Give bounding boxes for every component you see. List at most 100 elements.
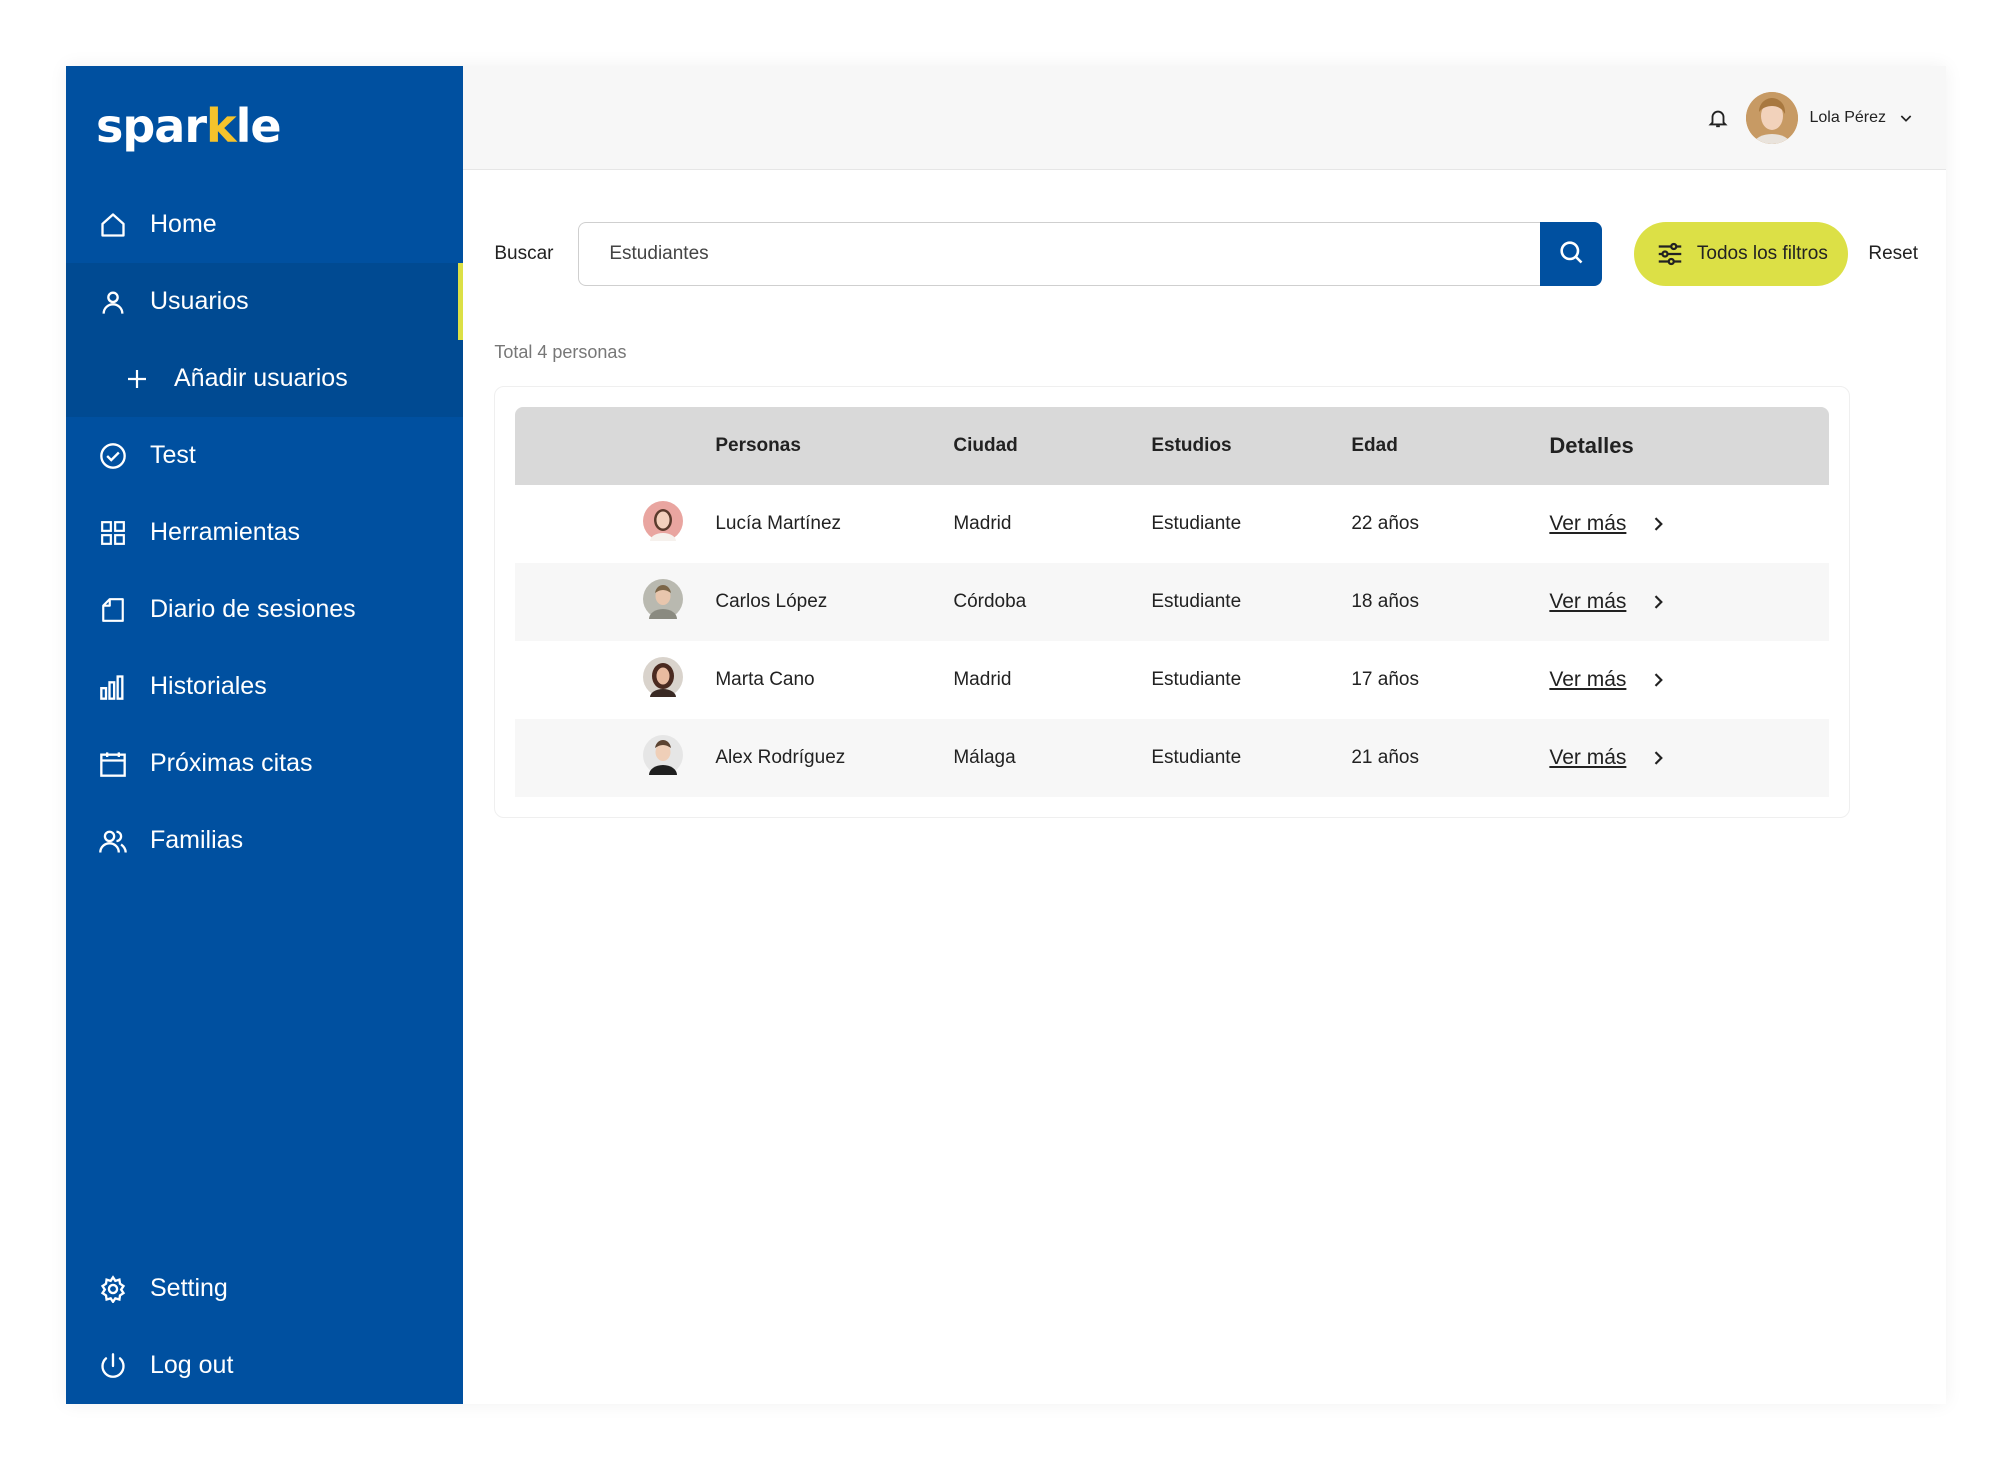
avatar-cell bbox=[515, 501, 715, 549]
logo-text-part3: le bbox=[235, 99, 282, 153]
details-cell: Ver más bbox=[1549, 512, 1668, 536]
person-name: Lucía Martínez bbox=[715, 513, 842, 534]
sparkle-logo[interactable]: spar k le bbox=[66, 66, 463, 186]
sidebar-item-label: Familias bbox=[150, 826, 244, 854]
user-name[interactable]: Lola Pérez bbox=[1810, 109, 1887, 127]
grid-icon bbox=[98, 518, 128, 548]
top-bar: Lola Pérez bbox=[463, 66, 1946, 170]
person-city: Málaga bbox=[953, 747, 1016, 768]
sidebar-item-familias[interactable]: Familias bbox=[66, 802, 463, 879]
search-input[interactable]: Estudiantes bbox=[578, 222, 1541, 286]
person-city: Madrid bbox=[953, 513, 1012, 534]
search-label: Buscar bbox=[494, 243, 554, 264]
person-studies: Estudiante bbox=[1151, 591, 1242, 612]
person-name: Carlos López bbox=[715, 591, 828, 612]
column-header-detalles: Detalles bbox=[1549, 433, 1634, 458]
sidebar-item-anadir-usuarios[interactable]: Añadir usuarios bbox=[66, 340, 464, 417]
details-cell: Ver más bbox=[1549, 746, 1668, 770]
sidebar-item-herramientas[interactable]: Herramientas bbox=[66, 494, 463, 571]
ver-mas-link[interactable]: Ver más bbox=[1549, 590, 1626, 614]
person-studies: Estudiante bbox=[1151, 747, 1242, 768]
bar-chart-icon bbox=[98, 672, 128, 702]
chevron-right-icon[interactable] bbox=[1648, 748, 1668, 768]
sliders-icon bbox=[1655, 239, 1685, 269]
sidebar-item-setting[interactable]: Setting bbox=[66, 1250, 463, 1327]
chevron-right-icon[interactable] bbox=[1648, 592, 1668, 612]
main-area: Lola Pérez Buscar Estudiantes Todos los … bbox=[463, 66, 1946, 1404]
table-row: Alex Rodríguez Málaga Estudiante 21 años… bbox=[515, 719, 1830, 797]
search-row: Buscar Estudiantes Todos los filtros Res… bbox=[494, 222, 1918, 286]
sidebar-item-label: Próximas citas bbox=[150, 749, 313, 777]
calendar-icon bbox=[98, 749, 128, 779]
person-name: Alex Rodríguez bbox=[715, 747, 846, 768]
sidebar-bottom-nav: Setting Log out bbox=[66, 1250, 463, 1404]
avatar bbox=[643, 735, 684, 785]
check-circle-icon bbox=[98, 441, 128, 471]
logo-text-part1: spar bbox=[96, 99, 207, 153]
ver-mas-link[interactable]: Ver más bbox=[1549, 746, 1626, 770]
sidebar-item-label: Usuarios bbox=[150, 287, 249, 315]
search-icon bbox=[1557, 238, 1585, 271]
gear-icon bbox=[98, 1274, 128, 1304]
user-icon bbox=[98, 287, 128, 317]
document-icon bbox=[98, 595, 128, 625]
avatar-cell bbox=[515, 579, 715, 629]
table-row: Lucía Martínez Madrid Estudiante 22 años… bbox=[515, 485, 1829, 563]
sidebar-item-diario-de-sesiones[interactable]: Diario de sesiones bbox=[66, 571, 463, 648]
person-age: 18 años bbox=[1351, 591, 1419, 612]
person-age: 21 años bbox=[1351, 747, 1419, 768]
avatar bbox=[643, 501, 684, 549]
sidebar-item-logout[interactable]: Log out bbox=[66, 1327, 463, 1404]
search-button[interactable] bbox=[1540, 222, 1603, 286]
reset-button[interactable]: Reset bbox=[1868, 243, 1918, 265]
column-header-personas: Personas bbox=[715, 435, 801, 456]
logo-text-part2: k bbox=[206, 99, 237, 153]
sidebar-item-historiales[interactable]: Historiales bbox=[66, 648, 463, 725]
sidebar: sparkle Home Usuarios Añadir usuarios bbox=[66, 66, 464, 1404]
avatar-cell bbox=[515, 657, 715, 705]
chevron-right-icon[interactable] bbox=[1648, 514, 1668, 534]
sidebar-item-home[interactable]: Home bbox=[66, 186, 463, 263]
sidebar-item-test[interactable]: Test bbox=[66, 417, 463, 494]
avatar bbox=[643, 579, 684, 629]
sidebar-item-label: Diario de sesiones bbox=[150, 595, 356, 623]
content: Buscar Estudiantes Todos los filtros Res… bbox=[463, 170, 1946, 818]
table-row: Carlos López Córdoba Estudiante 18 años … bbox=[515, 563, 1830, 641]
sidebar-item-label: Log out bbox=[150, 1351, 234, 1379]
person-name: Marta Cano bbox=[715, 669, 815, 690]
column-header-estudios: Estudios bbox=[1151, 435, 1232, 456]
avatar bbox=[643, 657, 684, 705]
avatar-cell bbox=[515, 735, 715, 785]
table-row: Marta Cano Madrid Estudiante 17 años Ver… bbox=[515, 641, 1829, 719]
person-city: Córdoba bbox=[953, 591, 1027, 612]
sidebar-item-proximas-citas[interactable]: Próximas citas bbox=[66, 725, 463, 802]
ver-mas-link[interactable]: Ver más bbox=[1549, 668, 1626, 692]
ver-mas-link[interactable]: Ver más bbox=[1549, 512, 1626, 536]
person-age: 17 años bbox=[1351, 669, 1419, 690]
sidebar-item-label: Home bbox=[150, 210, 217, 238]
all-filters-label: Todos los filtros bbox=[1696, 243, 1828, 264]
home-icon bbox=[98, 210, 128, 240]
all-filters-button[interactable]: Todos los filtros bbox=[1634, 222, 1849, 286]
people-table: Personas Ciudad Estudios Edad Detalles L… bbox=[494, 386, 1851, 818]
app-window: sparkle Home Usuarios Añadir usuarios bbox=[66, 66, 1946, 1404]
plus-icon bbox=[122, 364, 152, 394]
total-count: Total 4 personas bbox=[494, 342, 627, 362]
chevron-right-icon[interactable] bbox=[1648, 670, 1668, 690]
user-avatar[interactable] bbox=[1745, 91, 1798, 144]
details-cell: Ver más bbox=[1549, 668, 1668, 692]
sidebar-item-usuarios[interactable]: Usuarios bbox=[66, 263, 464, 340]
sidebar-nav: Home Usuarios Añadir usuarios Test Herra… bbox=[66, 186, 464, 879]
bell-icon[interactable] bbox=[1704, 104, 1732, 132]
power-icon bbox=[98, 1351, 128, 1381]
chevron-down-icon[interactable] bbox=[1898, 110, 1914, 126]
users-icon bbox=[98, 826, 128, 856]
person-studies: Estudiante bbox=[1151, 669, 1242, 690]
sidebar-item-label: Test bbox=[150, 441, 196, 469]
sidebar-item-label: Añadir usuarios bbox=[174, 364, 348, 392]
sidebar-item-label: Herramientas bbox=[150, 518, 301, 546]
table-header: Personas Ciudad Estudios Edad Detalles bbox=[515, 407, 1830, 485]
sidebar-item-label: Setting bbox=[150, 1274, 228, 1302]
person-studies: Estudiante bbox=[1151, 513, 1242, 534]
column-header-ciudad: Ciudad bbox=[953, 435, 1018, 456]
